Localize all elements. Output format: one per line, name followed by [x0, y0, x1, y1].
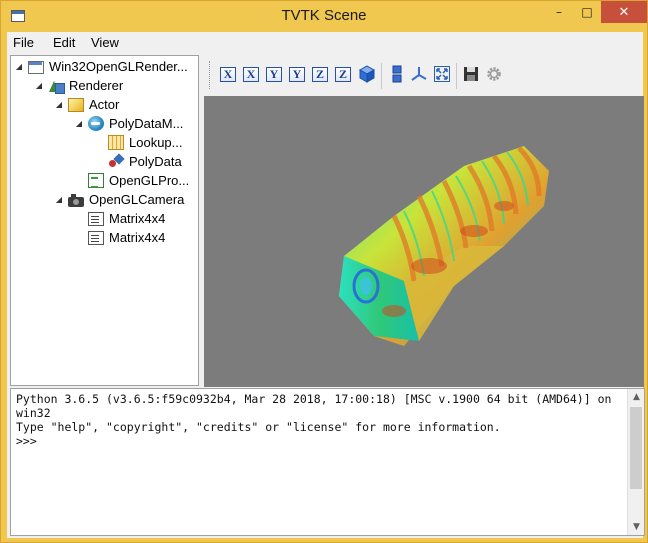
- fullscreen-button[interactable]: [433, 65, 451, 83]
- title-bar[interactable]: TVTK Scene – □ ✕: [1, 1, 647, 32]
- pipeline-tree[interactable]: ◢ Win32OpenGLRender... ◢ Renderer ◢ Acto…: [10, 55, 199, 386]
- save-snapshot-button[interactable]: [462, 65, 480, 83]
- tree-node-label: OpenGLPro...: [109, 173, 190, 188]
- app-window: TVTK Scene – □ ✕ File Edit View ◢ Win32O…: [0, 0, 648, 543]
- maximize-icon: □: [581, 5, 593, 19]
- collapse-arrow-icon[interactable]: ◢: [54, 100, 64, 109]
- configure-button[interactable]: [485, 65, 503, 83]
- tree-node-label: PolyData: [129, 154, 182, 169]
- collapse-arrow-icon[interactable]: ◢: [54, 195, 64, 204]
- view-y-icon: Y: [266, 67, 282, 82]
- toolbar-grip[interactable]: [209, 61, 212, 89]
- render-viewport[interactable]: [204, 96, 644, 387]
- tree-node-render-window[interactable]: ◢ Win32OpenGLRender...: [14, 57, 188, 76]
- tree-node-polydata[interactable]: PolyData: [94, 152, 182, 171]
- save-icon: [464, 67, 478, 81]
- minimize-icon: –: [556, 5, 562, 19]
- console-scrollbar[interactable]: ▲ ▼: [627, 389, 644, 535]
- view-x-icon: X: [243, 67, 259, 82]
- tree-node-label: Lookup...: [129, 135, 183, 150]
- python-shell[interactable]: Python 3.6.5 (v3.6.5:f59c0932b4, Mar 28 …: [10, 388, 645, 536]
- parallel-projection-icon: [392, 65, 402, 83]
- isometric-cube-icon: [358, 65, 376, 83]
- mapper-icon: [88, 116, 104, 131]
- view-x-icon: X: [220, 67, 236, 82]
- view-minus-y-button[interactable]: Y: [288, 65, 306, 83]
- tree-node-renderer[interactable]: ◢ Renderer: [34, 76, 123, 95]
- maximize-button[interactable]: □: [573, 1, 601, 23]
- view-z-icon: Z: [312, 67, 328, 82]
- rendered-mesh: [339, 146, 549, 346]
- scroll-down-icon[interactable]: ▼: [628, 519, 645, 535]
- parallel-projection-button[interactable]: [388, 65, 406, 83]
- tree-node-label: Matrix4x4: [109, 211, 166, 226]
- toolbar-separator: [456, 63, 457, 89]
- matrix-icon: [88, 231, 104, 245]
- tree-node-lookup-table[interactable]: Lookup...: [94, 133, 183, 152]
- renderer-icon: [48, 78, 65, 94]
- toolbar-separator: [381, 63, 382, 89]
- lookup-table-icon: [108, 135, 124, 150]
- collapse-arrow-icon[interactable]: ◢: [74, 119, 84, 128]
- matrix-icon: [88, 212, 104, 226]
- menu-edit[interactable]: Edit: [53, 35, 75, 50]
- scroll-up-icon[interactable]: ▲: [628, 389, 645, 405]
- menu-view[interactable]: View: [91, 35, 119, 50]
- tree-node-polydata-mapper[interactable]: ◢ PolyDataM...: [74, 114, 183, 133]
- view-plus-x-button[interactable]: X: [219, 65, 237, 83]
- tree-node-matrix-2[interactable]: Matrix4x4: [74, 228, 165, 247]
- tree-node-property[interactable]: OpenGLPro...: [74, 171, 189, 190]
- tree-node-label: PolyDataM...: [109, 116, 184, 131]
- tree-node-matrix-1[interactable]: Matrix4x4: [74, 209, 165, 228]
- actor-icon: [68, 98, 84, 112]
- view-z-icon: Z: [335, 67, 351, 82]
- tree-node-actor[interactable]: ◢ Actor: [54, 95, 119, 114]
- axes-toggle-button[interactable]: [410, 65, 428, 83]
- minimize-button[interactable]: –: [545, 1, 573, 23]
- camera-icon: [68, 193, 84, 207]
- menu-file[interactable]: File: [13, 35, 34, 50]
- polydata-icon: [108, 154, 124, 170]
- view-y-icon: Y: [289, 67, 305, 82]
- settings-icon: [487, 67, 501, 81]
- view-minus-z-button[interactable]: Z: [334, 65, 352, 83]
- tree-node-camera[interactable]: ◢ OpenGLCamera: [54, 190, 184, 209]
- tree-node-label: Renderer: [69, 78, 124, 93]
- view-plus-y-button[interactable]: Y: [265, 65, 283, 83]
- tree-node-label: Win32OpenGLRender...: [49, 59, 188, 74]
- close-icon: ✕: [618, 4, 630, 20]
- window-controls: – □ ✕: [545, 1, 647, 23]
- scrollbar-thumb[interactable]: [630, 407, 642, 489]
- isometric-view-button[interactable]: [358, 65, 376, 83]
- property-icon: [88, 173, 104, 188]
- console-output[interactable]: Python 3.6.5 (v3.6.5:f59c0932b4, Mar 28 …: [16, 392, 621, 448]
- window-icon: [28, 60, 44, 74]
- view-plus-z-button[interactable]: Z: [311, 65, 329, 83]
- collapse-arrow-icon[interactable]: ◢: [14, 62, 24, 71]
- collapse-arrow-icon[interactable]: ◢: [34, 81, 44, 90]
- close-button[interactable]: ✕: [601, 1, 647, 23]
- tree-node-label: Actor: [89, 97, 120, 112]
- fullscreen-icon: [434, 66, 450, 82]
- menu-bar: File Edit View: [7, 32, 643, 54]
- client-area: File Edit View ◢ Win32OpenGLRender... ◢ …: [7, 32, 645, 538]
- scene-toolbar: X X Y Y Z Z: [203, 55, 643, 95]
- axes-icon: [411, 67, 427, 81]
- tree-node-label: OpenGLCamera: [89, 192, 185, 207]
- view-minus-x-button[interactable]: X: [242, 65, 260, 83]
- tree-node-label: Matrix4x4: [109, 230, 166, 245]
